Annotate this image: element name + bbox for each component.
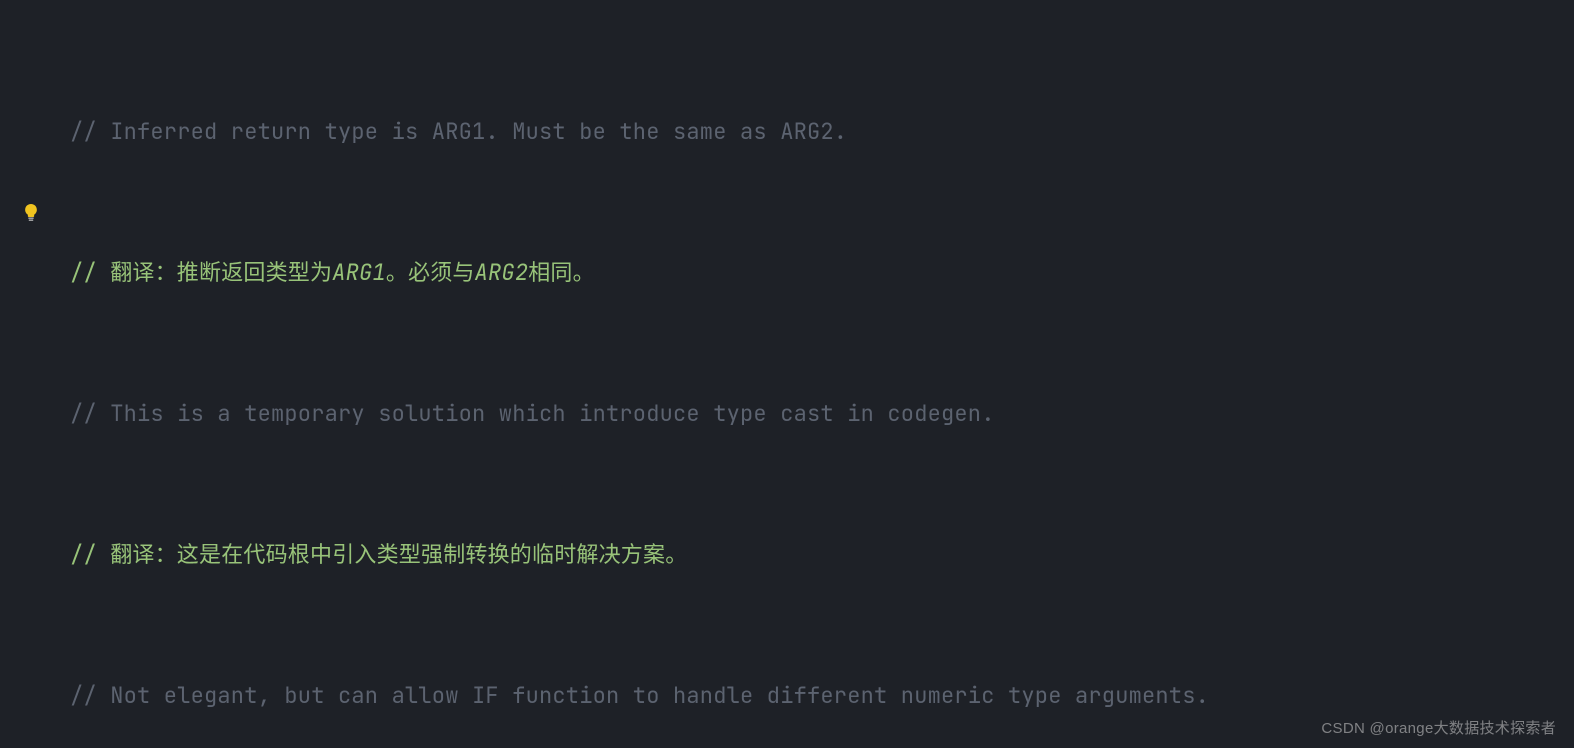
- code-line: // Not elegant, but can allow IF functio…: [70, 672, 1574, 719]
- code-line: // This is a temporary solution which in…: [70, 390, 1574, 437]
- code-line: // 翻译：这是在代码根中引入类型强制转换的临时解决方案。: [70, 531, 1574, 578]
- watermark: CSDN @orange大数据技术探索者: [1321, 717, 1556, 738]
- code-editor[interactable]: // Inferred return type is ARG1. Must be…: [0, 0, 1574, 748]
- code-area[interactable]: // Inferred return type is ARG1. Must be…: [70, 14, 1574, 748]
- gutter: [0, 0, 60, 748]
- code-line: // Inferred return type is ARG1. Must be…: [70, 108, 1574, 155]
- code-line: // 翻译：推断返回类型为ARG1。必须与ARG2相同。: [70, 249, 1574, 296]
- lightbulb-icon[interactable]: [22, 204, 40, 222]
